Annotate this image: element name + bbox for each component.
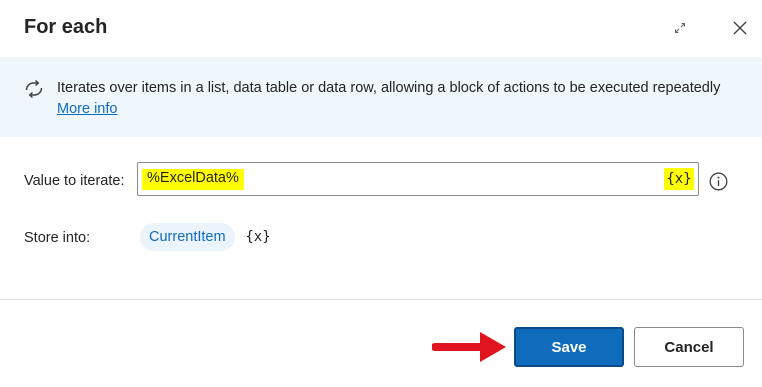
loop-arrows-icon <box>25 79 43 99</box>
save-button[interactable]: Save <box>514 327 624 367</box>
red-arrow-annotation <box>432 332 506 362</box>
cancel-button[interactable]: Cancel <box>634 327 744 367</box>
value-to-iterate-value: %ExcelData% <box>142 169 244 190</box>
info-text: Iterates over items in a list, data tabl… <box>57 80 721 96</box>
store-into-label: Store into: <box>24 230 91 246</box>
expand-button[interactable] <box>668 16 692 40</box>
for-each-dialog: For each Iterates over items in a list, … <box>0 0 762 387</box>
close-icon <box>733 21 747 35</box>
dialog-title: For each <box>24 16 108 38</box>
variable-picker-button[interactable]: {x} <box>664 168 694 190</box>
store-variable-chip[interactable]: CurrentItem <box>140 223 235 251</box>
close-button[interactable] <box>726 14 754 42</box>
info-description: Iterates over items in a list, data tabl… <box>57 78 747 120</box>
value-to-iterate-label: Value to iterate: <box>24 173 125 189</box>
footer-divider <box>0 299 762 300</box>
more-info-link[interactable]: More info <box>57 101 117 117</box>
info-circle-icon[interactable] <box>709 172 728 191</box>
value-to-iterate-input[interactable]: %ExcelData% {x} <box>137 162 699 196</box>
store-variable-picker-button[interactable]: {x} <box>245 226 270 248</box>
info-banner: Iterates over items in a list, data tabl… <box>0 57 762 137</box>
expand-diagonal-icon <box>674 22 686 34</box>
